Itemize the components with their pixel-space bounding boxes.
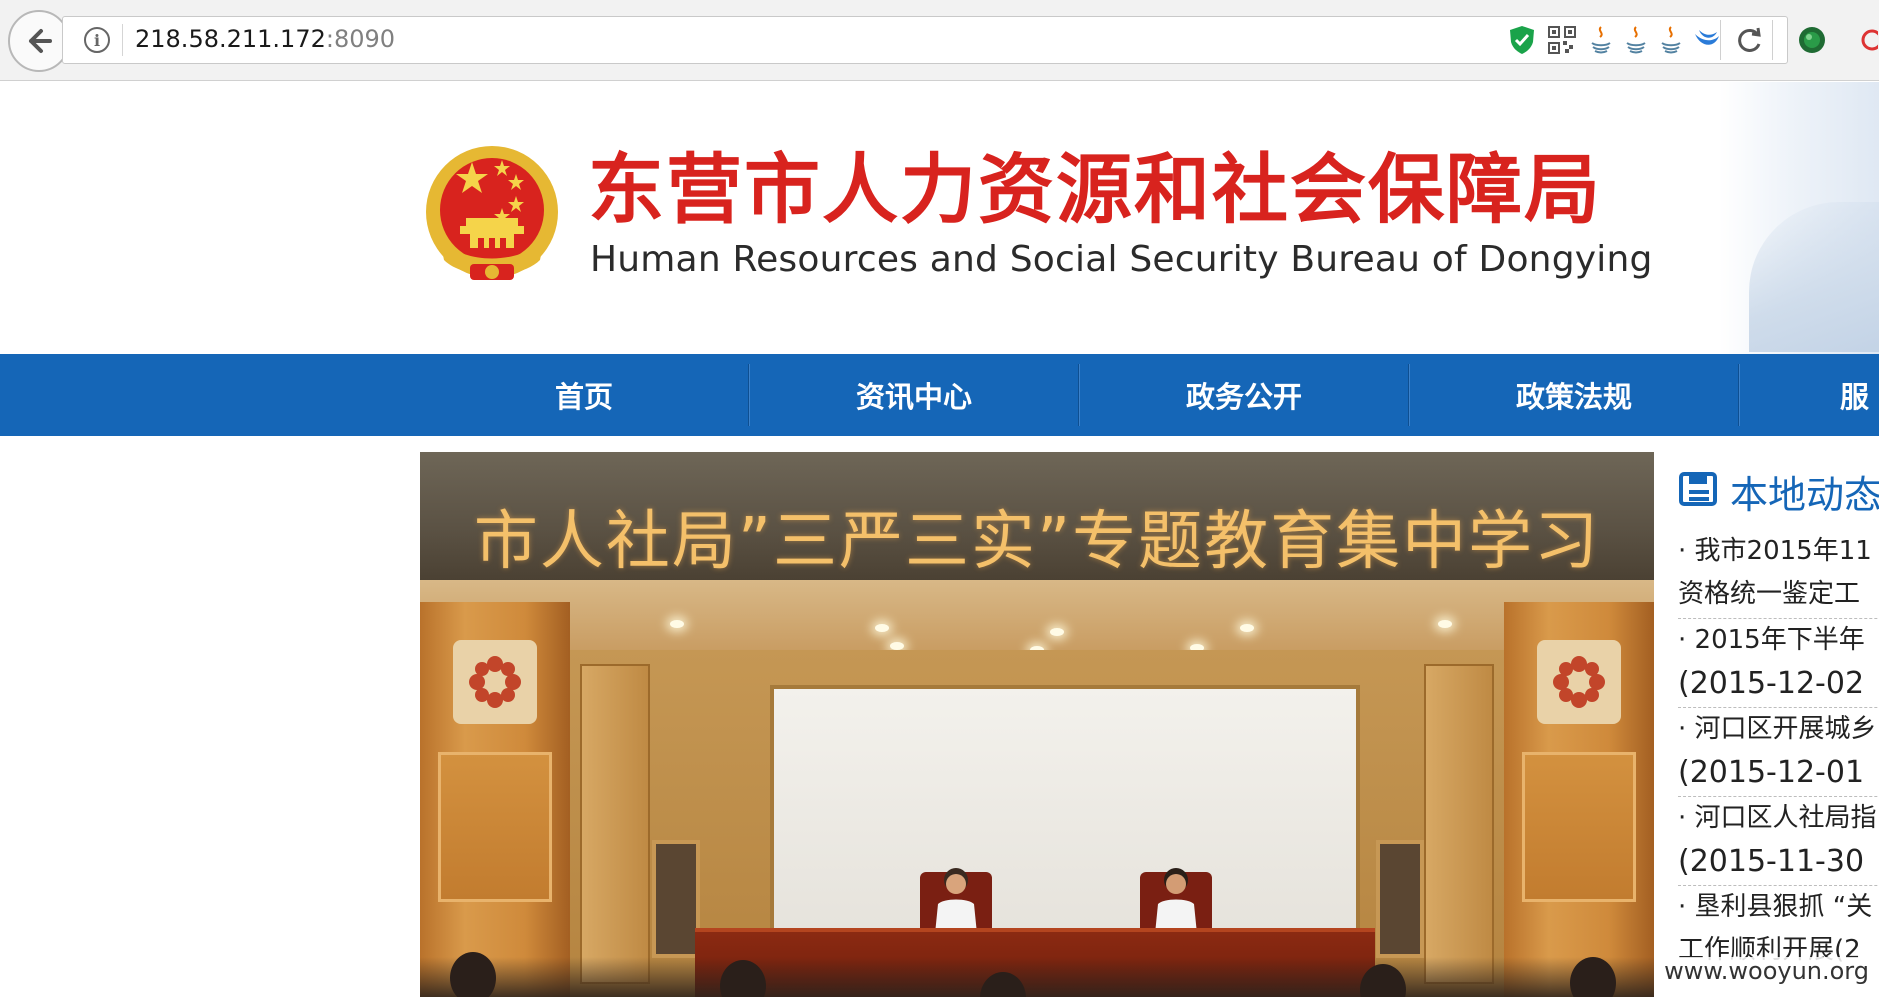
projection-screen (770, 685, 1360, 935)
local-news-title: 本地动态 (1730, 473, 1879, 517)
banner-photo[interactable]: 市人社局”三严三实”专题教育集中学习 (420, 452, 1654, 997)
shield-check-icon[interactable] (1506, 24, 1538, 56)
news-item[interactable]: · 河口区开展城乡 (2015-12-01 (1678, 708, 1879, 797)
qr-code-icon[interactable] (1546, 24, 1578, 56)
flower-ornament-icon (1537, 640, 1621, 724)
main-nav: 首页 资讯中心 政务公开 政策法规 服 (0, 354, 1879, 436)
news-item-date: (2015-11-30 (1678, 844, 1865, 879)
nav-item-services[interactable]: 服 (1840, 354, 1879, 436)
nav-item-government-affairs[interactable]: 政务公开 (1080, 354, 1408, 436)
toolbar-separator (1720, 20, 1721, 60)
news-item-title-cont[interactable]: 资格统一鉴定工 (1678, 573, 1879, 616)
moon-icon[interactable] (1690, 24, 1722, 56)
url-text[interactable]: 218.58.211.172:8090 (135, 25, 395, 53)
ceiling-light (1240, 624, 1254, 632)
menu-icon[interactable] (1852, 24, 1879, 56)
java-icon[interactable] (1620, 24, 1652, 56)
extension-globe-icon[interactable] (1796, 24, 1828, 56)
left-pillar (420, 602, 570, 997)
browser-toolbar: i 218.58.211.172:8090 (0, 0, 1879, 81)
audience-head (450, 952, 496, 997)
watermark: www.wooyun.org (1660, 957, 1873, 985)
news-item-title[interactable]: · 河口区开展城乡 (1678, 708, 1879, 751)
wall-window (652, 840, 700, 958)
news-item[interactable]: · 我市2015年11 资格统一鉴定工 (1678, 530, 1879, 619)
banner-title: 市人社局”三严三实”专题教育集中学习 (473, 505, 1601, 579)
nav-item-home[interactable]: 首页 (420, 354, 748, 436)
site-title-chinese: 东营市人力资源和社会保障局 (588, 145, 1602, 234)
ceiling-light (1438, 620, 1452, 628)
nav-item-policies[interactable]: 政策法规 (1410, 354, 1738, 436)
url-host: 218.58.211.172 (135, 25, 326, 53)
news-item-date: (2015-12-01 (1678, 755, 1865, 790)
news-item-title[interactable]: · 我市2015年11 (1678, 530, 1879, 573)
flower-ornament-icon (453, 640, 537, 724)
news-item-title[interactable]: · 2015年下半年 (1678, 619, 1879, 662)
url-port: :8090 (325, 25, 396, 53)
news-item[interactable]: · 河口区人社局指 (2015-11-30 (1678, 797, 1879, 886)
site-header: 东营市人力资源和社会保障局 Human Resources and Social… (0, 82, 1879, 354)
nav-divider (1738, 364, 1740, 426)
wall-window (1376, 840, 1424, 958)
ceiling-light (670, 620, 684, 628)
news-list: · 我市2015年11 资格统一鉴定工 · 2015年下半年 (2015-12-… (1678, 530, 1879, 974)
site-title-english: Human Resources and Social Security Bure… (590, 239, 1653, 280)
nav-item-news-center[interactable]: 资讯中心 (750, 354, 1078, 436)
news-item[interactable]: · 2015年下半年 (2015-12-02 (1678, 619, 1879, 708)
banner-ceiling (420, 580, 1654, 650)
right-pillar (1504, 602, 1654, 997)
url-separator (122, 24, 123, 56)
news-item-date: (2015-12-02 (1678, 666, 1865, 701)
reload-icon[interactable] (1734, 24, 1766, 56)
news-item-title[interactable]: · 垦利县狠抓 “关 (1678, 886, 1879, 929)
ceiling-light (1050, 628, 1064, 636)
ceiling-light (875, 624, 889, 632)
toolbar-separator (1772, 20, 1773, 60)
national-emblem-icon (426, 146, 558, 280)
local-news-panel: 本地动态 · 我市2015年11 资格统一鉴定工 · 2015年下半年 (201… (1654, 452, 1879, 997)
ceiling-light (890, 642, 904, 650)
pillar-panel (438, 752, 552, 902)
news-item-title[interactable]: · 河口区人社局指 (1678, 797, 1879, 840)
java-icon[interactable] (1585, 24, 1617, 56)
wall-panel (1424, 664, 1494, 984)
audience-area (420, 957, 1654, 997)
document-icon (1679, 472, 1717, 506)
back-button[interactable] (8, 10, 70, 72)
back-arrow-icon (29, 29, 52, 53)
pillar-panel (1522, 752, 1636, 902)
java-icon[interactable] (1655, 24, 1687, 56)
wall-panel (580, 664, 650, 984)
site-info-icon[interactable]: i (84, 27, 110, 53)
